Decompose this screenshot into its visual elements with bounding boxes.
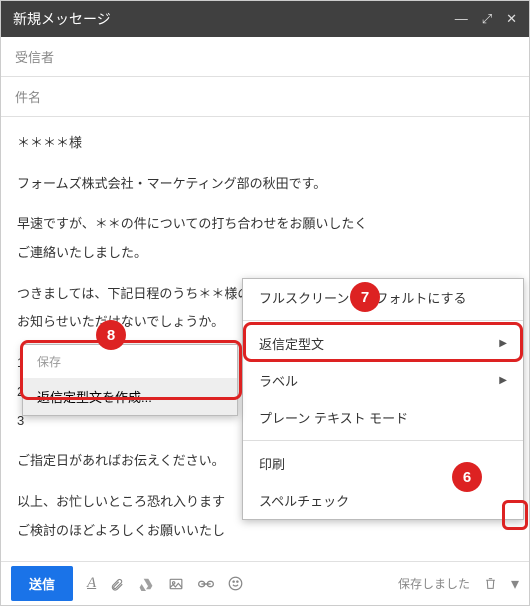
titlebar-controls: — ⤢ ✕ xyxy=(455,11,517,27)
format-icon[interactable]: A xyxy=(87,575,96,592)
photo-icon[interactable] xyxy=(168,577,184,591)
close-icon[interactable]: ✕ xyxy=(506,11,517,27)
body-line: 早速ですが、＊＊の件についての打ち合わせをお願いしたく xyxy=(17,212,513,237)
submenu-arrow-icon: ▶ xyxy=(499,338,507,349)
attach-icon[interactable] xyxy=(110,576,124,592)
submenu-create-canned[interactable]: 返信定型文を作成... xyxy=(23,378,237,415)
body-line: フォームズ株式会社・マーケティング部の秋田です。 xyxy=(17,172,513,197)
menu-label[interactable]: ラベル▶ xyxy=(243,362,523,399)
annotation-badge: 8 xyxy=(96,320,126,350)
menu-plain-text[interactable]: プレーン テキスト モード xyxy=(243,399,523,436)
body-line: ＊＊＊＊様 xyxy=(17,131,513,156)
more-options-button[interactable]: ▾ xyxy=(511,574,519,594)
discard-icon[interactable] xyxy=(484,576,497,591)
annotation-badge: 7 xyxy=(350,282,380,312)
more-options-menu: フルスクリーンをデフォルトにする 返信定型文▶ ラベル▶ プレーン テキスト モ… xyxy=(242,278,524,520)
drive-icon[interactable] xyxy=(138,577,154,591)
emoji-icon[interactable] xyxy=(228,576,243,591)
canned-response-submenu: 保存 返信定型文を作成... xyxy=(22,344,238,416)
menu-canned-responses[interactable]: 返信定型文▶ xyxy=(243,325,523,362)
expand-icon[interactable]: ⤢ xyxy=(482,11,492,27)
subject-field[interactable]: 件名 xyxy=(1,77,529,117)
submenu-header: 保存 xyxy=(23,345,237,378)
menu-fullscreen-default[interactable]: フルスクリーンをデフォルトにする xyxy=(243,279,523,316)
link-icon[interactable] xyxy=(198,579,214,589)
menu-spellcheck[interactable]: スペルチェック xyxy=(243,482,523,519)
window-title: 新規メッセージ xyxy=(13,9,455,29)
saved-status: 保存しました xyxy=(398,575,470,592)
titlebar: 新規メッセージ — ⤢ ✕ xyxy=(1,1,529,37)
compose-toolbar: 送信 A 保存しました ▾ xyxy=(1,561,529,605)
minimize-icon[interactable]: — xyxy=(455,11,468,27)
annotation-badge: 6 xyxy=(452,462,482,492)
to-field[interactable]: 受信者 xyxy=(1,37,529,77)
submenu-arrow-icon: ▶ xyxy=(499,375,507,386)
body-line: ご連絡いたしました。 xyxy=(17,241,513,266)
send-button[interactable]: 送信 xyxy=(11,566,73,601)
